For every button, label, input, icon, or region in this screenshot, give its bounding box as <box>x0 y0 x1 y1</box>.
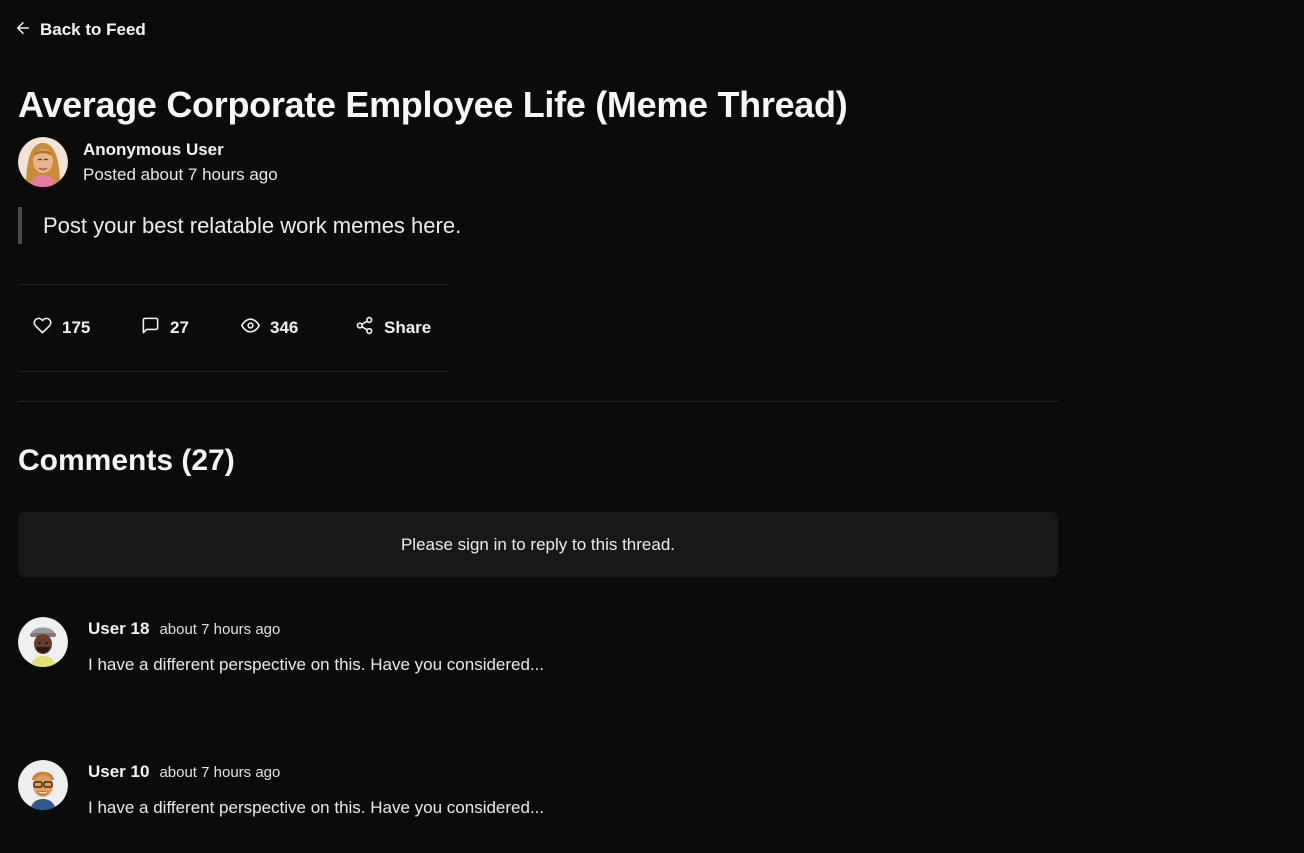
signin-prompt: Please sign in to reply to this thread. <box>18 512 1058 577</box>
comment-username[interactable]: User 18 <box>88 619 149 639</box>
page-title: Average Corporate Employee Life (Meme Th… <box>18 84 848 125</box>
eye-icon <box>241 316 260 340</box>
comment-icon <box>141 316 160 340</box>
avatar[interactable] <box>18 760 68 810</box>
arrow-left-icon <box>14 19 32 42</box>
post-author: Anonymous User Posted about 7 hours ago <box>18 137 278 187</box>
back-to-feed-label: Back to Feed <box>40 20 146 39</box>
comment-username[interactable]: User 10 <box>88 762 149 782</box>
comment-text: I have a different perspective on this. … <box>88 798 545 817</box>
comment-timestamp: about 7 hours ago <box>159 621 281 638</box>
share-label: Share <box>384 318 432 337</box>
post-stats-bar: 175 27 346 Share <box>18 284 448 372</box>
comment-text: I have a different perspective on this. … <box>88 655 545 674</box>
share-button[interactable]: Share <box>355 316 432 340</box>
post-timestamp: Posted about 7 hours ago <box>83 165 278 184</box>
heart-icon <box>33 316 52 340</box>
comment-timestamp: about 7 hours ago <box>159 764 281 781</box>
comments-button[interactable]: 27 <box>141 316 189 340</box>
section-divider <box>18 401 1058 402</box>
avatar[interactable] <box>18 137 68 187</box>
views-stat: 346 <box>241 318 298 338</box>
signin-prompt-text: Please sign in to reply to this thread. <box>400 534 676 554</box>
author-name[interactable]: Anonymous User <box>83 139 278 160</box>
like-button[interactable]: 175 <box>33 316 91 340</box>
post-body-text: Post your best relatable work memes here… <box>43 212 462 238</box>
comments-heading: Comments (27) <box>18 444 235 477</box>
comment-count: 27 <box>170 318 189 337</box>
avatar[interactable] <box>18 617 68 667</box>
view-count: 346 <box>270 318 299 337</box>
like-count: 175 <box>62 318 91 337</box>
back-to-feed-link[interactable]: Back to Feed <box>14 18 146 42</box>
share-icon <box>355 316 374 340</box>
post-body: Post your best relatable work memes here… <box>18 207 461 244</box>
